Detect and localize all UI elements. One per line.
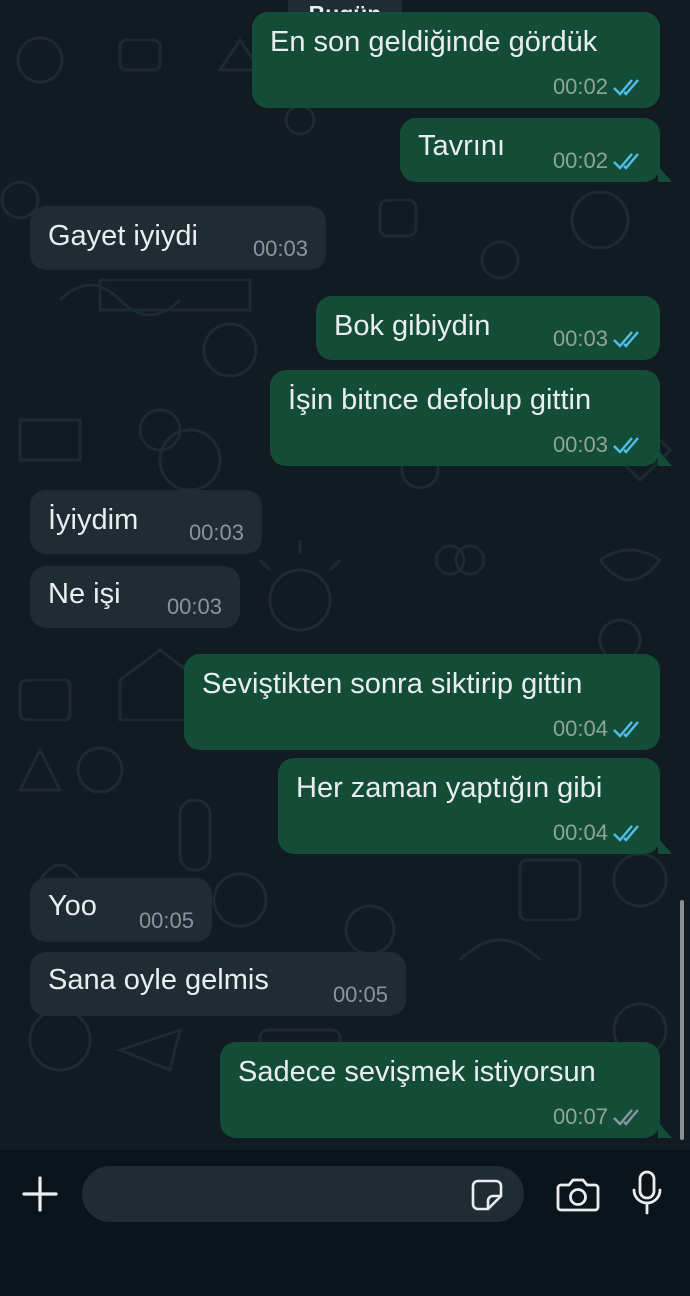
message-meta: 00:03 [167, 594, 222, 620]
message-text: Tavrını [418, 130, 506, 162]
message-meta: 00:05 [333, 982, 388, 1008]
bubble-tail [658, 450, 672, 466]
message-text: Sadece sevişmek istiyorsun [238, 1056, 596, 1088]
message-text: İyiydim [48, 504, 139, 536]
message-text: Yoo [48, 890, 97, 922]
message-text: İşin bitnce defolup gittin [288, 384, 592, 416]
message-bubble-outgoing[interactable]: Sevіştikten sonra siktirip gittin 00:04 [184, 654, 660, 750]
microphone-icon[interactable] [630, 1170, 664, 1216]
read-receipt-icon [613, 721, 639, 738]
message-time: 00:03 [552, 326, 608, 351]
message-bubble-outgoing[interactable]: En son geldiğinde gördük 00:02 [252, 12, 660, 108]
message-text: Her zaman yaptığın gibi [296, 772, 603, 804]
bubble-tail [658, 166, 672, 182]
read-receipt-icon [613, 153, 639, 170]
message-meta: 00:02 [553, 74, 642, 100]
message-time: 00:03 [252, 236, 308, 261]
message-bubble-incoming[interactable]: Ne işi 00:03 [30, 566, 240, 628]
message-bubble-outgoing[interactable]: Sadece sevişmek istiyorsun 00:07 [220, 1042, 672, 1138]
message-text: Ne işi [48, 578, 121, 610]
chat-area[interactable]: Bugün En son geldiğinde gördük 00:02 Tav… [0, 0, 690, 1150]
message-meta: 00:03 [553, 432, 642, 458]
plus-icon[interactable] [20, 1174, 60, 1214]
bubble-tail [658, 1122, 672, 1138]
message-bubble-outgoing[interactable]: İşin bitnce defolup gittin 00:03 [270, 370, 672, 466]
message-composer [0, 1150, 690, 1296]
message-bubble-outgoing[interactable]: Her zaman yaptığın gibi 00:04 [278, 758, 672, 854]
message-time: 00:02 [552, 148, 608, 173]
read-receipt-icon [613, 79, 639, 96]
bubble-tail [658, 838, 672, 854]
message-bubble-incoming[interactable]: Gayet iyiydi 00:03 [30, 206, 326, 270]
message-text: Bok gibiydin [334, 310, 491, 342]
message-bubble-outgoing[interactable]: Bok gibiydin 00:03 [316, 296, 660, 360]
message-meta: 00:04 [553, 820, 642, 846]
chat-scrollbar[interactable] [680, 900, 684, 1140]
message-time: 00:03 [166, 594, 222, 619]
message-text: En son geldiğinde gördük [270, 26, 598, 58]
message-time: 00:05 [138, 908, 194, 933]
message-meta: 00:02 [553, 148, 642, 174]
sticker-icon[interactable] [470, 1178, 504, 1212]
message-meta: 00:03 [189, 520, 244, 546]
message-text: Sevіştikten sonra siktirip gittin [202, 668, 583, 700]
message-bubble-incoming[interactable]: Sana oyle gelmis 00:05 [30, 952, 406, 1016]
message-time: 00:04 [552, 716, 608, 741]
message-input-box[interactable] [82, 1166, 524, 1222]
message-time: 00:03 [552, 432, 608, 457]
message-time: 00:07 [552, 1104, 608, 1129]
message-time: 00:03 [188, 520, 244, 545]
message-text: Sana oyle gelmis [48, 964, 269, 996]
message-bubble-incoming[interactable]: İyiydim 00:03 [30, 490, 262, 554]
camera-icon[interactable] [556, 1174, 600, 1214]
message-time: 00:04 [552, 820, 608, 845]
delivered-receipt-icon [613, 1109, 639, 1126]
message-text: Gayet iyiydi [48, 220, 198, 252]
message-time: 00:05 [332, 982, 388, 1007]
message-meta: 00:03 [553, 326, 642, 352]
read-receipt-icon [613, 331, 639, 348]
read-receipt-icon [613, 825, 639, 842]
message-meta: 00:07 [553, 1104, 642, 1130]
message-meta: 00:03 [253, 236, 308, 262]
message-input[interactable] [106, 1166, 466, 1222]
message-meta: 00:04 [553, 716, 642, 742]
message-time: 00:02 [552, 74, 608, 99]
message-meta: 00:05 [139, 908, 194, 934]
read-receipt-icon [613, 437, 639, 454]
message-bubble-outgoing[interactable]: Tavrını 00:02 [400, 118, 672, 182]
message-bubble-incoming[interactable]: Yoo 00:05 [30, 878, 212, 942]
